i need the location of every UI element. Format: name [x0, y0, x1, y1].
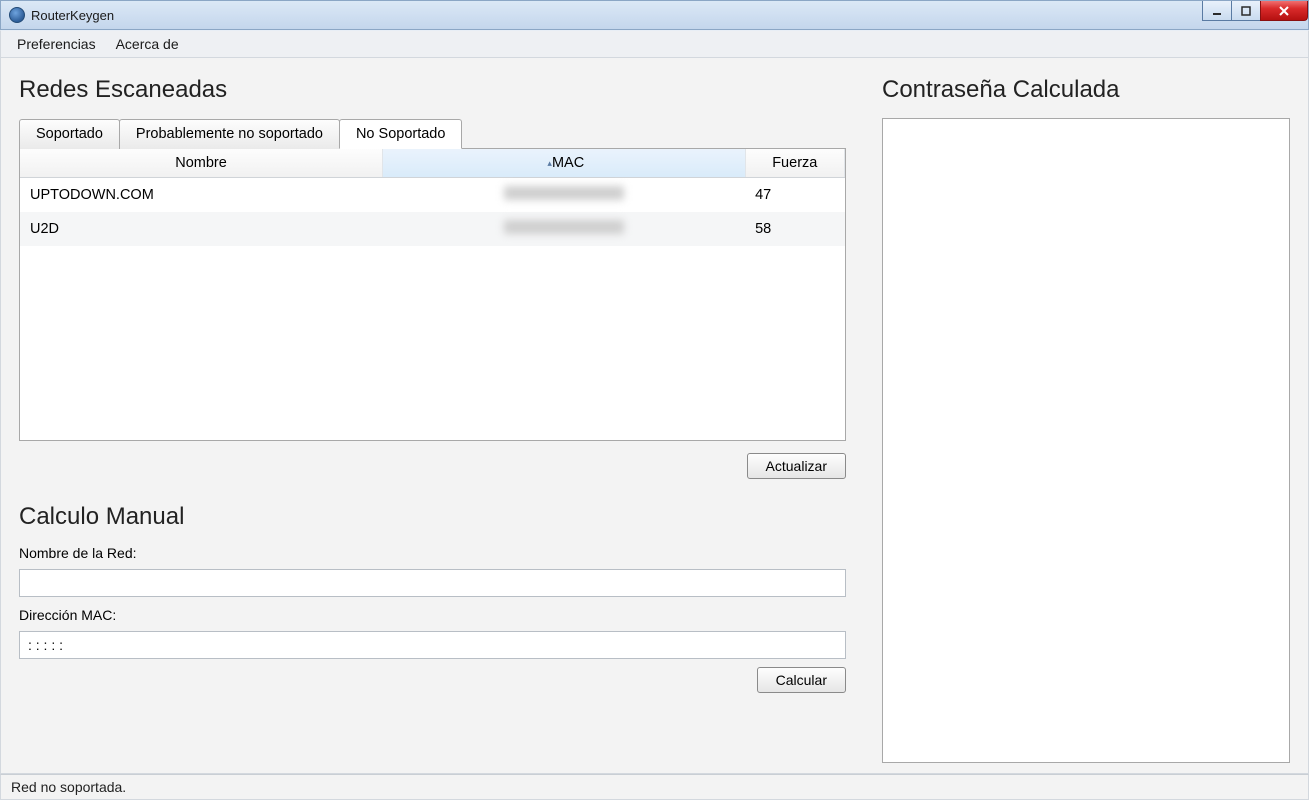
table-row[interactable]: UPTODOWN.COM 47: [20, 178, 845, 213]
tab-soportado[interactable]: Soportado: [19, 119, 120, 149]
titlebar: RouterKeygen: [0, 0, 1309, 30]
cell-mac: [383, 178, 746, 213]
window-title: RouterKeygen: [31, 8, 114, 23]
maximize-button[interactable]: [1231, 1, 1261, 21]
minimize-button[interactable]: [1202, 1, 1232, 21]
close-button[interactable]: [1260, 1, 1308, 21]
tab-probablemente-no-soportado[interactable]: Probablemente no soportado: [119, 119, 340, 149]
table-row[interactable]: U2D 58: [20, 212, 845, 246]
statusbar: Red no soportada.: [0, 774, 1309, 800]
cell-name: UPTODOWN.COM: [20, 178, 383, 213]
calculated-password-box: [882, 118, 1290, 763]
network-name-label: Nombre de la Red:: [19, 545, 846, 561]
calculated-password-heading: Contraseña Calculada: [882, 76, 1290, 104]
scanned-networks-heading: Redes Escaneadas: [19, 76, 846, 104]
calculate-row: Calcular: [19, 667, 846, 693]
obscured-mac: [504, 220, 624, 234]
cell-name: U2D: [20, 212, 383, 246]
networks-table: Nombre ▴MAC Fuerza UPTODOWN.COM 47 U2D 5: [20, 149, 845, 246]
window-controls: [1203, 1, 1308, 21]
left-panel: Redes Escaneadas Soportado Probablemente…: [19, 76, 846, 763]
refresh-row: Actualizar: [19, 453, 846, 479]
menubar: Preferencias Acerca de: [0, 30, 1309, 58]
app-icon: [9, 7, 25, 23]
sort-caret-icon: ▴: [547, 158, 552, 169]
menu-preferencias[interactable]: Preferencias: [7, 32, 106, 56]
col-header-strength[interactable]: Fuerza: [745, 149, 844, 178]
tabs: Soportado Probablemente no soportado No …: [19, 118, 846, 149]
manual-calc-section: Calculo Manual Nombre de la Red: Direcci…: [19, 503, 846, 693]
menu-acerca-de[interactable]: Acerca de: [106, 32, 189, 56]
mac-address-label: Dirección MAC:: [19, 607, 846, 623]
cell-mac: [383, 212, 746, 246]
col-header-name[interactable]: Nombre: [20, 149, 383, 178]
cell-strength: 58: [745, 212, 844, 246]
tab-no-soportado[interactable]: No Soportado: [339, 119, 462, 149]
network-name-input[interactable]: [19, 569, 846, 597]
col-header-mac[interactable]: ▴MAC: [383, 149, 746, 178]
calculate-button[interactable]: Calcular: [757, 667, 846, 693]
networks-table-wrap: Nombre ▴MAC Fuerza UPTODOWN.COM 47 U2D 5: [19, 149, 846, 441]
mac-address-input[interactable]: [19, 631, 846, 659]
status-text: Red no soportada.: [11, 779, 126, 795]
content-area: Redes Escaneadas Soportado Probablemente…: [0, 58, 1309, 774]
manual-calc-heading: Calculo Manual: [19, 503, 846, 531]
cell-strength: 47: [745, 178, 844, 213]
refresh-button[interactable]: Actualizar: [747, 453, 846, 479]
right-panel: Contraseña Calculada: [882, 76, 1290, 763]
obscured-mac: [504, 186, 624, 200]
